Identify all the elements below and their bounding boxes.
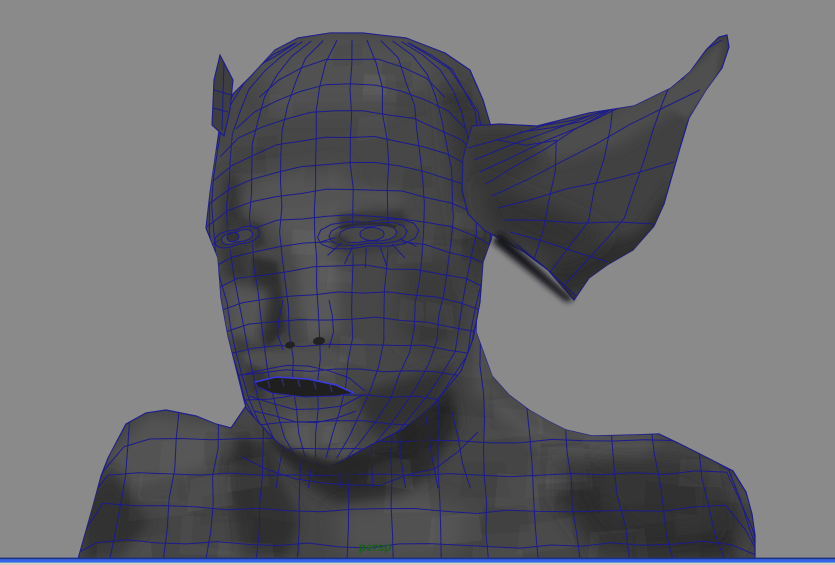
svg-text:persp: persp (359, 540, 392, 554)
